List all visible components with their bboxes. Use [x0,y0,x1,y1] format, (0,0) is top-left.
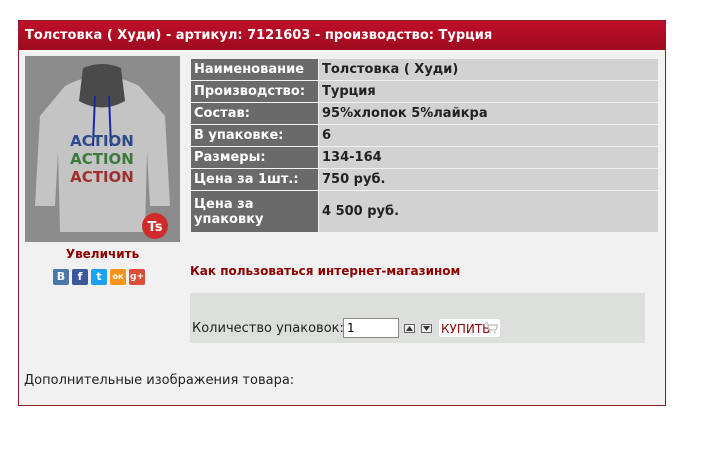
odnoklassniki-icon[interactable]: ок [110,269,126,285]
extra-images-label: Дополнительные изображения товара: [24,373,295,388]
spec-value: 95%хлопок 5%лайкра [319,103,658,124]
spec-value: Толстовка ( Худи) [319,59,658,80]
arrow-down-icon [423,326,430,331]
spec-label: В упаковке: [191,125,318,146]
spec-label: Состав: [191,103,318,124]
spec-label: Цена за упаковку [191,191,318,232]
product-header-title: Толстовка ( Худи) - артикул: 7121603 - п… [19,21,665,50]
social-share-bar: В f t ок g+ [53,269,145,285]
spec-label: Размеры: [191,147,318,168]
hoodie-print-line-3: ACTION [70,168,134,186]
buy-button[interactable]: КУПИТЬ [438,318,501,338]
twitter-icon[interactable]: t [91,269,107,285]
hoodie-print-line-1: ACTION [70,132,134,150]
order-box: Количество упаковок: КУПИТЬ [190,293,645,343]
buy-button-label: КУПИТЬ [441,322,491,336]
spec-value: 6 [319,125,658,146]
spec-value: 4 500 руб. [319,191,658,232]
google-plus-icon[interactable]: g+ [129,269,145,285]
spec-row: Производство: Турция [191,81,658,102]
spec-row: Наименование Толстовка ( Худи) [191,59,658,80]
spec-row: Размеры: 134-164 [191,147,658,168]
hoodie-image: ACTION ACTION ACTION Ts [25,56,180,242]
spec-row: Цена за 1шт.: 750 руб. [191,169,658,190]
spec-label: Наименование [191,59,318,80]
how-to-shop-link[interactable]: Как пользоваться интернет-магазином [190,264,460,278]
facebook-icon[interactable]: f [72,269,88,285]
svg-text:Ts: Ts [148,220,163,235]
spec-value: Турция [319,81,658,102]
spec-label: Цена за 1шт.: [191,169,318,190]
product-specs-table: Наименование Толстовка ( Худи) Производс… [190,58,659,233]
product-panel: Толстовка ( Худи) - артикул: 7121603 - п… [18,20,666,406]
quantity-up-button[interactable] [404,324,415,333]
quantity-input[interactable] [343,318,399,338]
spec-label: Производство: [191,81,318,102]
product-photo[interactable]: ACTION ACTION ACTION Ts [25,56,180,242]
arrow-up-icon [406,326,413,331]
quantity-down-button[interactable] [421,324,432,333]
spec-value: 750 руб. [319,169,658,190]
spec-value: 134-164 [319,147,658,168]
cart-icon [485,322,498,334]
spec-row: Состав: 95%хлопок 5%лайкра [191,103,658,124]
spec-row: В упаковке: 6 [191,125,658,146]
hoodie-print-line-2: ACTION [70,150,134,168]
vkontakte-icon[interactable]: В [53,269,69,285]
quantity-label: Количество упаковок: [192,321,344,336]
zoom-link[interactable]: Увеличить [25,247,180,261]
spec-row: Цена за упаковку 4 500 руб. [191,191,658,232]
